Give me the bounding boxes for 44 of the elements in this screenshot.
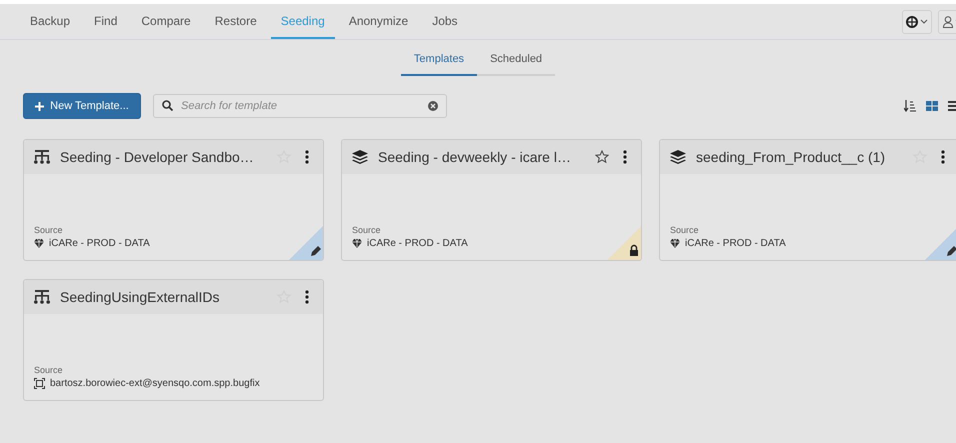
sitemap-icon (34, 150, 50, 164)
clear-icon[interactable] (428, 101, 438, 111)
source-label: Source (34, 365, 64, 375)
nav-tab[interactable]: Restore (204, 4, 267, 39)
frame-icon (34, 378, 45, 389)
source-label: Source (670, 225, 700, 235)
template-card[interactable]: seeding_From_Product__c (1) Source iCARe - PROD - DATA (659, 139, 956, 261)
layers-icon (352, 150, 368, 164)
search-icon (162, 100, 173, 111)
source-label: Source (352, 225, 382, 235)
gem-icon (34, 239, 44, 248)
user-icon (943, 16, 953, 28)
source-name: iCARe - PROD - DATA (685, 238, 786, 249)
nav-tab[interactable]: Find (84, 4, 128, 39)
help-menu-button[interactable] (902, 10, 932, 34)
nav-tab[interactable]: Backup (20, 4, 80, 39)
template-title: Seeding - Developer Sandbo… (60, 149, 255, 165)
template-card[interactable]: Seeding - Developer Sandbo… Source iCARe - PROD - DATA (23, 139, 324, 261)
sort-icon[interactable] (904, 100, 916, 112)
template-title: seeding_From_Product__c (1) (696, 149, 886, 165)
gem-icon (670, 239, 680, 248)
source-name: iCARe - PROD - DATA (367, 238, 468, 249)
gem-icon (352, 239, 362, 248)
sub-tab[interactable]: Scheduled (477, 48, 556, 76)
source-name: bartosz.borowiec-ext@syensqo.com.spp.bugfix (50, 378, 260, 389)
plus-icon (35, 102, 44, 110)
grid-view-icon[interactable] (926, 101, 938, 111)
template-card[interactable]: Seeding - devweekly - icare l… Source iCARe - PROD - DATA (341, 139, 642, 261)
nav-tab[interactable]: Jobs (422, 4, 468, 39)
chevron-down-icon (920, 19, 928, 24)
layers-icon (670, 150, 686, 164)
source-label: Source (34, 225, 64, 235)
template-title: Seeding - devweekly - icare l… (378, 149, 572, 165)
new-template-button[interactable]: New Template... (23, 93, 141, 119)
nav-tab[interactable]: Anonymize (338, 4, 418, 39)
sitemap-icon (34, 290, 50, 304)
lifebuoy-icon (906, 16, 918, 28)
template-title: SeedingUsingExternalIDs (60, 289, 221, 305)
sub-tab[interactable]: Templates (400, 48, 478, 76)
template-card[interactable]: SeedingUsingExternalIDs Source bartosz.borowiec-ext@syensqo.com.spp.bugfix (23, 279, 324, 401)
nav-tab[interactable]: Compare (131, 4, 201, 39)
search-field[interactable]: Search for template (153, 94, 447, 118)
star-icon[interactable] (595, 150, 609, 164)
source-name: iCARe - PROD - DATA (49, 238, 150, 249)
